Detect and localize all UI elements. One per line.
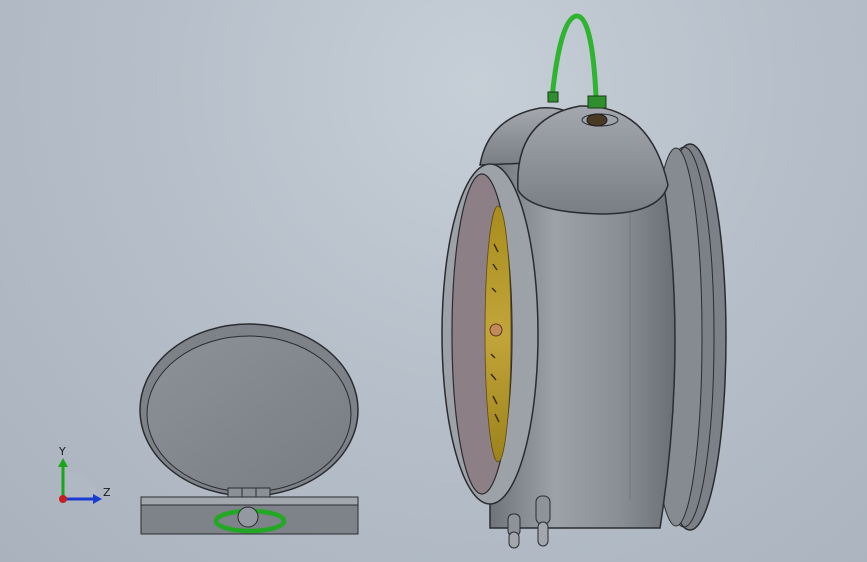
y-axis-arrowhead	[58, 458, 68, 467]
z-axis-label: Z	[103, 486, 111, 499]
model-scene[interactable]: Y Z	[0, 0, 867, 562]
case-ring-knob[interactable]	[237, 506, 259, 528]
alarm-hanger-wire[interactable]	[549, 13, 599, 101]
alarm-clock-part[interactable]	[441, 13, 727, 549]
clock-hands-hub[interactable]	[489, 323, 503, 337]
hanger-nut[interactable]	[586, 113, 608, 127]
hanger-fitting[interactable]	[587, 95, 607, 109]
graphics-viewport[interactable]: Y Z	[0, 0, 867, 562]
coordinate-triad: Y Z	[58, 445, 111, 504]
z-axis-arrowhead	[93, 494, 102, 504]
triad-plane	[63, 473, 98, 499]
lid-inner-face[interactable]	[146, 335, 352, 493]
hanger-fitting-left[interactable]	[547, 91, 559, 103]
x-axis-origin	[59, 495, 67, 503]
lid-case-part[interactable]	[139, 323, 359, 535]
y-axis-label: Y	[58, 445, 66, 458]
case-base-top[interactable]	[140, 496, 359, 506]
